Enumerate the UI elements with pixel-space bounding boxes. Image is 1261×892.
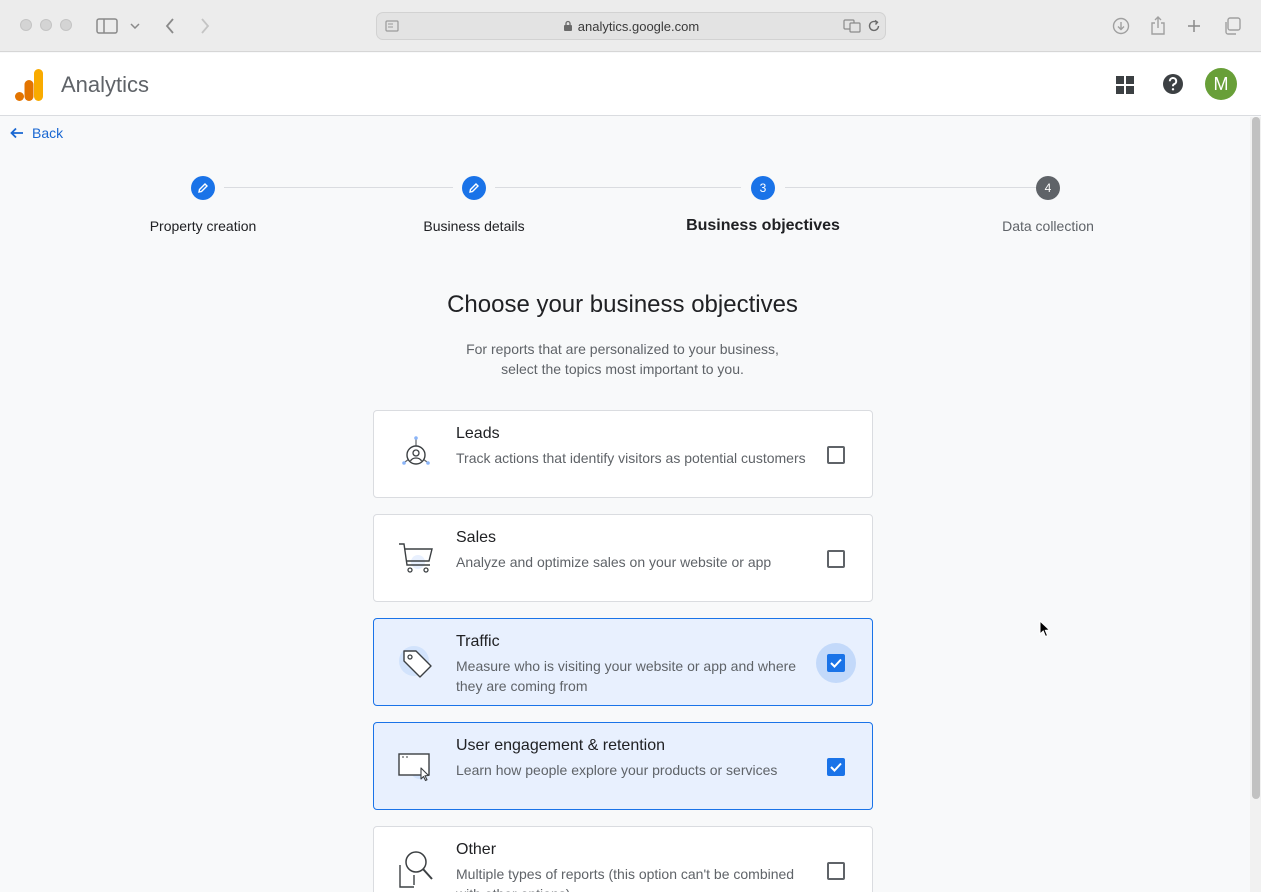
app-title: Analytics [61, 72, 150, 97]
analytics-logo-icon [15, 69, 43, 101]
page-title: Choose your business objectives [447, 291, 798, 318]
objective-title: Leads [456, 425, 500, 442]
objective-description: Track actions that identify visitors as … [456, 450, 806, 466]
browser-window-icon [398, 753, 430, 782]
sales-checkbox[interactable] [827, 550, 845, 568]
url-field[interactable]: analytics.google.com [377, 19, 885, 34]
back-link[interactable]: Back [10, 125, 63, 141]
leads-checkbox[interactable] [827, 446, 845, 464]
objective-description: Analyze and optimize sales on your websi… [456, 554, 772, 570]
leads-icon [402, 436, 430, 465]
page-subtitle: For reports that are personalized to you… [0, 339, 1245, 379]
step-3-number: 3 [751, 176, 775, 200]
new-tab-icon[interactable] [1182, 14, 1206, 38]
subtitle-line-1: For reports that are personalized to you… [466, 341, 779, 357]
arrow-left-icon [10, 127, 23, 139]
step-2-pencil-icon[interactable] [462, 176, 486, 200]
sidebar-toggle-icon[interactable] [95, 14, 119, 38]
shopping-cart-icon [399, 543, 433, 573]
other-checkbox[interactable] [827, 862, 845, 880]
mouse-cursor-icon [1039, 620, 1051, 638]
help-icon[interactable] [1162, 73, 1184, 95]
scrollbar-thumb[interactable] [1252, 117, 1260, 799]
step-connector [785, 187, 1037, 188]
objective-description: Measure who is visiting your website or … [456, 658, 797, 694]
chevron-down-icon[interactable] [125, 14, 145, 38]
subtitle-line-2: select the topics most important to you. [501, 361, 744, 377]
close-window-button[interactable] [20, 19, 32, 31]
zoom-window-button[interactable] [60, 19, 72, 31]
objective-card-other[interactable]: Other Multiple types of reports (this op… [373, 826, 873, 892]
step-1-label: Property creation [149, 218, 257, 234]
share-icon[interactable] [1146, 14, 1170, 38]
step-connector [224, 187, 453, 188]
step-4-number: 4 [1036, 176, 1060, 200]
avatar-initial: M [1213, 73, 1229, 94]
url-text: analytics.google.com [577, 19, 700, 34]
step-3-label: Business objectives [686, 217, 840, 234]
address-bar[interactable]: analytics.google.com [376, 12, 886, 40]
minimize-window-button[interactable] [40, 19, 52, 31]
user-engagement-checkbox[interactable] [827, 758, 845, 776]
step-1-pencil-icon[interactable] [191, 176, 215, 200]
main-content: Back Property creation Business details … [0, 117, 1250, 892]
checkmark-icon [830, 762, 842, 772]
back-label: Back [32, 125, 64, 141]
checkmark-icon [830, 658, 842, 668]
step-connector [495, 187, 741, 188]
app-header: Analytics M [0, 53, 1261, 116]
objective-card-user-engagement[interactable]: User engagement & retention Learn how pe… [373, 722, 873, 810]
tag-icon [399, 646, 432, 678]
magnifier-icon [399, 851, 433, 888]
lock-icon [563, 20, 572, 31]
objective-description: Multiple types of reports (this option c… [456, 866, 795, 892]
objective-card-leads[interactable]: Leads Track actions that identify visito… [373, 410, 873, 498]
step-2-label: Business details [423, 218, 525, 234]
tab-overview-icon[interactable] [1220, 14, 1244, 38]
objective-title: Other [456, 841, 497, 858]
apps-grid-icon[interactable] [1116, 76, 1134, 94]
objective-title: User engagement & retention [456, 737, 666, 754]
objective-title: Sales [456, 529, 497, 546]
objective-card-sales[interactable]: Sales Analyze and optimize sales on your… [373, 514, 873, 602]
back-arrow-icon[interactable] [158, 14, 182, 38]
reload-icon[interactable] [867, 19, 881, 33]
downloads-icon[interactable] [1109, 14, 1133, 38]
forward-arrow-icon[interactable] [193, 14, 217, 38]
objective-description: Learn how people explore your products o… [456, 762, 778, 778]
objective-card-traffic[interactable]: Traffic Measure who is visiting your web… [373, 618, 873, 706]
traffic-checkbox[interactable] [827, 654, 845, 672]
translate-icon[interactable] [843, 19, 861, 33]
step-4-label: Data collection [1002, 218, 1094, 234]
avatar[interactable]: M [1205, 68, 1237, 100]
browser-toolbar: analytics.google.com [0, 0, 1261, 52]
objective-title: Traffic [456, 633, 500, 650]
page-scrollbar[interactable] [1250, 117, 1261, 892]
